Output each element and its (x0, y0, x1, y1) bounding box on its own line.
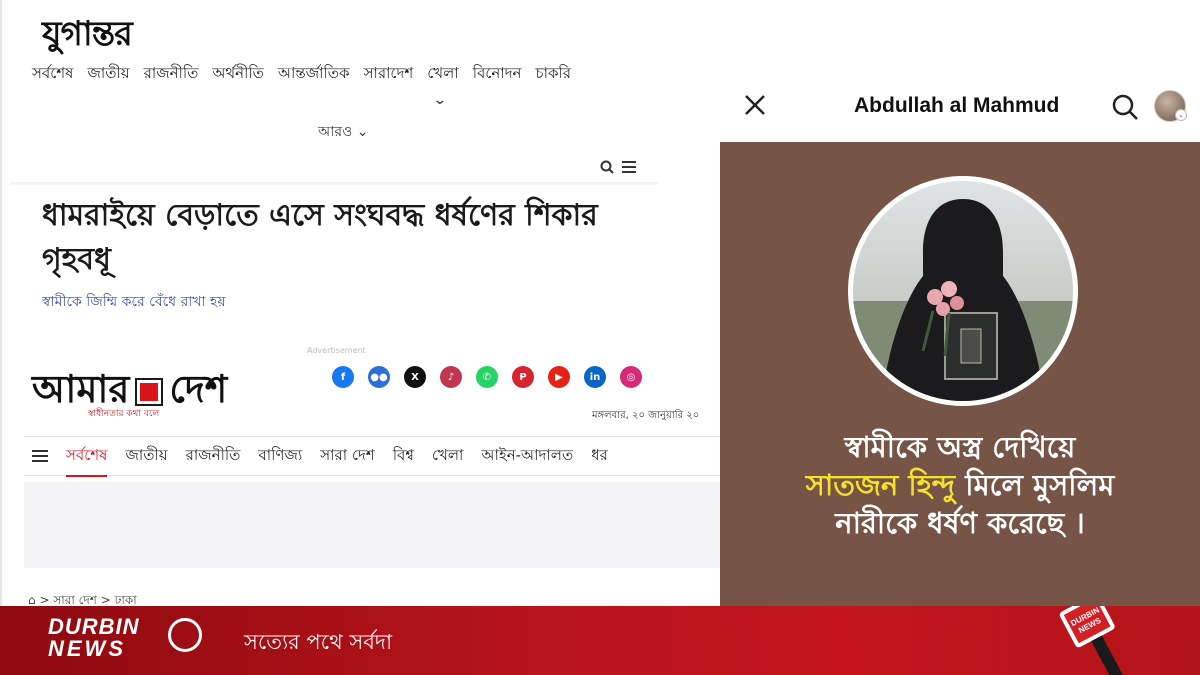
community-icon[interactable]: ●● (368, 366, 390, 388)
nav-item-country[interactable]: সারা দেশ (320, 444, 374, 469)
linkedin-icon[interactable]: in (584, 366, 606, 388)
nav-item-country[interactable]: সারাদেশ (364, 62, 414, 87)
chevron-down-icon[interactable]: ⌄ (432, 92, 447, 108)
logo-text-right: দেশ (169, 366, 228, 411)
ad-placeholder (24, 482, 720, 568)
youtube-icon[interactable]: ▶ (548, 366, 570, 388)
flag-icon (135, 378, 164, 406)
close-icon[interactable] (742, 92, 768, 118)
ad-label: Advertisement (307, 346, 366, 355)
pinterest-icon[interactable]: P (512, 366, 534, 388)
post-caption: স্বামীকে অস্ত্র দেখিয়ে সাতজন হিন্দু মিল… (750, 428, 1170, 542)
whatsapp-icon[interactable]: ✆ (476, 366, 498, 388)
nav-item-latest[interactable]: সর্বশেষ (32, 62, 73, 87)
amardesh-screenshot: Advertisement আমার দেশ স্বাধীনতার কথা বল… (0, 330, 724, 607)
facebook-icon[interactable]: f (332, 366, 354, 388)
nav-item-latest[interactable]: সর্বশেষ (66, 444, 108, 477)
search-icon[interactable] (1110, 92, 1140, 122)
caption-line-3: নারীকে ধর্ষণ করেছে । (835, 506, 1085, 540)
divider (10, 182, 658, 185)
nav-item-politics[interactable]: রাজনীতি (186, 444, 241, 469)
nav-item-truncated[interactable]: ধর (591, 444, 608, 469)
veiled-figure-image (853, 181, 1073, 401)
jugantor-screenshot: যুগান্তর সর্বশেষ জাতীয় রাজনীতি অর্থনীতি… (0, 0, 720, 330)
social-post: Abdullah al Mahmud ⌄ স্বামীকে অস্ত্র দেখ… (720, 72, 1200, 606)
hamburger-icon[interactable] (32, 450, 48, 462)
nav-item-entertainment[interactable]: বিনোদন (473, 62, 522, 87)
tagline: স্বাধীনতার কথা বলে (88, 409, 160, 419)
nav-item-jobs[interactable]: চাকরি (536, 62, 571, 87)
globe-icon (168, 618, 202, 652)
post-image (848, 176, 1078, 406)
nav-item-national[interactable]: জাতীয় (87, 62, 129, 87)
jugantor-logo[interactable]: যুগান্তর (42, 8, 133, 65)
caption-line-2-rest: মিলে মুসলিম (955, 468, 1115, 502)
nav-item-law[interactable]: আইন-আদালত (481, 444, 573, 469)
microphone-icon: DURBIN NEWS (1053, 606, 1131, 675)
nav-item-commerce[interactable]: বাণিজ্য (258, 444, 302, 469)
breadcrumb-text[interactable]: > সারা দেশ > ঢাকা (39, 593, 136, 607)
home-icon[interactable]: ⌂ (28, 593, 36, 607)
jugantor-tools (600, 160, 636, 174)
logo-line-2: NEWS (48, 636, 126, 661)
nav-item-sports[interactable]: খেলা (432, 444, 463, 469)
menu-icon[interactable] (622, 161, 636, 173)
caption-highlight: সাতজন হিন্দু (805, 468, 956, 502)
headline[interactable]: ধামরাইয়ে বেড়াতে এসে সংঘবদ্ধ ধর্ষণের শি… (42, 194, 662, 282)
amardesh-nav: সর্বশেষ জাতীয় রাজনীতি বাণিজ্য সারা দেশ … (24, 436, 724, 477)
caption-line-1: স্বামীকে অস্ত্র দেখিয়ে (844, 430, 1076, 464)
chevron-down-icon[interactable]: ⌄ (1175, 109, 1187, 121)
instagram-icon[interactable]: ◎ (620, 366, 642, 388)
more-menu-button[interactable]: আরও ⌄ (318, 120, 369, 144)
post-card: স্বামীকে অস্ত্র দেখিয়ে সাতজন হিন্দু মিল… (720, 142, 1200, 606)
date-text: মঙ্গলবার, ২০ জানুয়ারি ২০ (592, 410, 700, 421)
post-header: Abdullah al Mahmud ⌄ (720, 72, 1200, 142)
tiktok-icon[interactable]: ♪ (440, 366, 462, 388)
caption-line-2: সাতজন হিন্দু মিলে মুসলিম (750, 466, 1170, 504)
nav-item-international[interactable]: আন্তর্জাতিক (278, 62, 350, 87)
nav-item-sports[interactable]: খেলা (427, 62, 458, 87)
slogan: সত্যের পথে সর্বদা (244, 630, 393, 654)
subheadline: স্বামীকে জিম্মি করে বেঁধে রাখা হয় (42, 294, 226, 310)
x-icon[interactable]: X (404, 366, 426, 388)
nav-item-economy[interactable]: অর্থনীতি (212, 62, 264, 87)
news-banner: DURBIN NEWS সত্যের পথে সর্বদা DURBIN NEW… (0, 606, 1200, 675)
durbin-news-logo: DURBIN NEWS (48, 616, 140, 660)
nav-item-world[interactable]: বিশ্ব (393, 444, 414, 469)
chevron-down-icon: ⌄ (356, 124, 369, 140)
profile-name[interactable]: Abdullah al Mahmud (854, 94, 1059, 118)
logo-line-1: DURBIN (48, 614, 140, 639)
more-label: আরও (318, 124, 353, 140)
nav-item-politics[interactable]: রাজনীতি (144, 62, 199, 87)
search-icon[interactable] (600, 160, 614, 174)
nav-item-national[interactable]: জাতীয় (125, 444, 167, 469)
jugantor-nav: সর্বশেষ জাতীয় রাজনীতি অর্থনীতি আন্তর্জা… (32, 62, 571, 87)
social-icons: f ●● X ♪ ✆ P ▶ in ◎ (332, 366, 642, 388)
